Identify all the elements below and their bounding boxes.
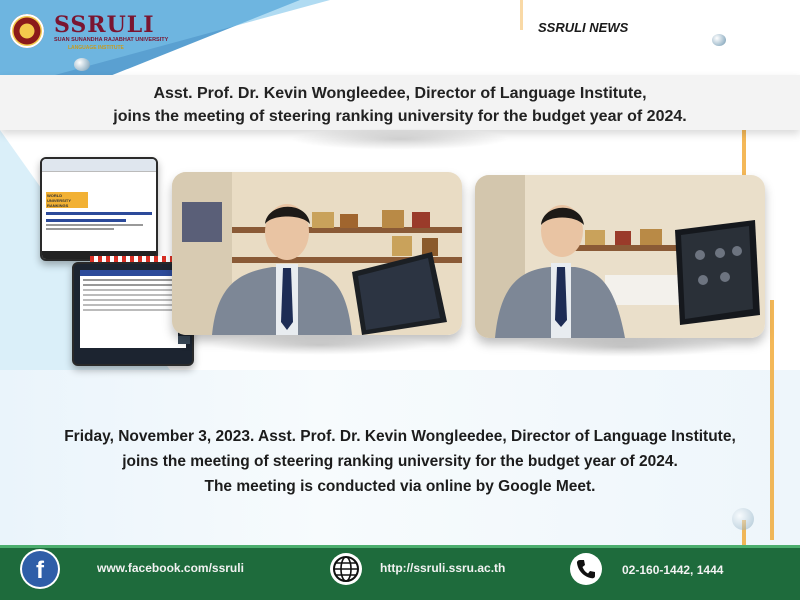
logo-subtitle-2: LANGUAGE INSTITUTE (68, 45, 124, 51)
body-line-3: The meeting is conducted via online by G… (204, 478, 596, 495)
decor-shadow (210, 335, 430, 355)
news-label: SSRULI NEWS (538, 20, 629, 35)
meeting-photo-1-image (172, 172, 462, 335)
website-link[interactable]: http://ssruli.ssru.ac.th (380, 561, 505, 575)
world-rankings-logo: WORLD UNIVERSITY RANKINGS (46, 192, 88, 208)
decor-shadow (290, 128, 510, 150)
phone-icon (570, 553, 602, 585)
body-line-1: Friday, November 3, 2023. Asst. Prof. Dr… (64, 428, 736, 445)
decor-stripe (520, 0, 523, 30)
meeting-photo-2-image (475, 175, 765, 338)
decor-bubble (732, 508, 754, 530)
decor-bubble (712, 34, 726, 46)
logo: SSRULI SUAN SUNANDHA RAJABHAT UNIVERSITY… (10, 12, 180, 52)
globe-icon (330, 553, 362, 585)
facebook-icon[interactable]: f (22, 551, 58, 587)
phone-number: 02-160-1442, 1444 (622, 563, 724, 577)
headline-line-2: joins the meeting of steering ranking un… (113, 108, 687, 125)
meeting-screenshot-1: WORLD UNIVERSITY RANKINGS (40, 157, 158, 261)
headline: Asst. Prof. Dr. Kevin Wongleedee, Direct… (0, 82, 800, 128)
logo-subtitle: SUAN SUNANDHA RAJABHAT UNIVERSITY (54, 37, 169, 43)
facebook-link[interactable]: www.facebook.com/ssruli (97, 561, 244, 575)
meet-toolbar (90, 256, 180, 262)
article-body: Friday, November 3, 2023. Asst. Prof. Dr… (0, 424, 800, 499)
svg-text:f: f (36, 557, 45, 584)
decor-bubble (74, 58, 90, 71)
meeting-photo-1 (172, 172, 462, 335)
decor-stripe (770, 300, 774, 540)
logo-title: SSRULI (54, 12, 155, 38)
headline-line-1: Asst. Prof. Dr. Kevin Wongleedee, Direct… (153, 85, 647, 102)
meeting-photo-2 (475, 175, 765, 338)
decor-shadow (515, 337, 735, 357)
university-seal-icon (10, 14, 44, 48)
footer-accent-line (0, 545, 800, 548)
body-line-2: joins the meeting of steering ranking un… (122, 453, 678, 470)
